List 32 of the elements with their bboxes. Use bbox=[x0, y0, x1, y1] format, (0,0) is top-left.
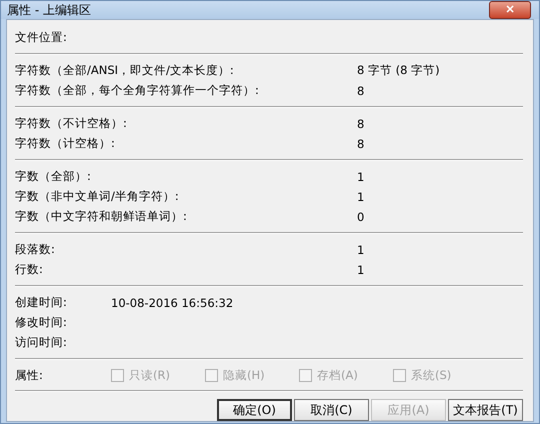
checkbox-label: 隐藏(H) bbox=[223, 368, 265, 382]
property-label: 访问时间: bbox=[15, 335, 68, 350]
property-label: 修改时间: bbox=[15, 315, 68, 330]
property-value: 1 bbox=[357, 262, 364, 276]
attributes-label: 属性: bbox=[15, 368, 44, 382]
property-label: 字数（全部）: bbox=[15, 169, 92, 184]
property-label: 字符数（计空格）: bbox=[15, 136, 116, 151]
property-value: 0 bbox=[357, 210, 364, 224]
property-label: 字数（非中文单词/半角字符）: bbox=[15, 189, 180, 204]
property-value: 1 bbox=[357, 242, 364, 256]
property-value: 8 bbox=[357, 116, 364, 130]
property-label: 字符数（不计空格）: bbox=[15, 116, 128, 131]
property-value: 8 bbox=[357, 136, 364, 150]
checkbox-label: 只读(R) bbox=[129, 368, 170, 382]
property-value: 1 bbox=[357, 190, 364, 204]
property-value: 10-08-2016 16:56:32 bbox=[111, 296, 234, 310]
window-title: 属性 - 上编辑区 bbox=[7, 2, 91, 18]
property-value: 8 bbox=[357, 84, 364, 98]
property-label: 字符数（全部，每个全角字符算作一个字符）: bbox=[15, 83, 260, 98]
property-label: 字符数（全部/ANSI，即文件/文本长度）: bbox=[15, 63, 235, 78]
dialog-button[interactable]: 文本报告(T) bbox=[448, 399, 523, 421]
checkbox-label: 系统(S) bbox=[411, 368, 452, 382]
dialog-button[interactable]: 取消(C) bbox=[294, 399, 369, 421]
dialog-button[interactable]: 确定(O) bbox=[217, 399, 292, 421]
property-value: 1 bbox=[357, 170, 364, 184]
property-label: 行数: bbox=[15, 262, 44, 277]
property-label: 段落数: bbox=[15, 242, 56, 257]
property-label: 文件位置: bbox=[15, 30, 68, 45]
property-label: 创建时间: bbox=[15, 295, 68, 310]
property-value: 8 字节 (8 字节) bbox=[357, 63, 440, 78]
checkbox-label: 存档(A) bbox=[317, 368, 358, 382]
property-label: 字数（中文字符和朝鲜语单词）: bbox=[15, 209, 188, 224]
